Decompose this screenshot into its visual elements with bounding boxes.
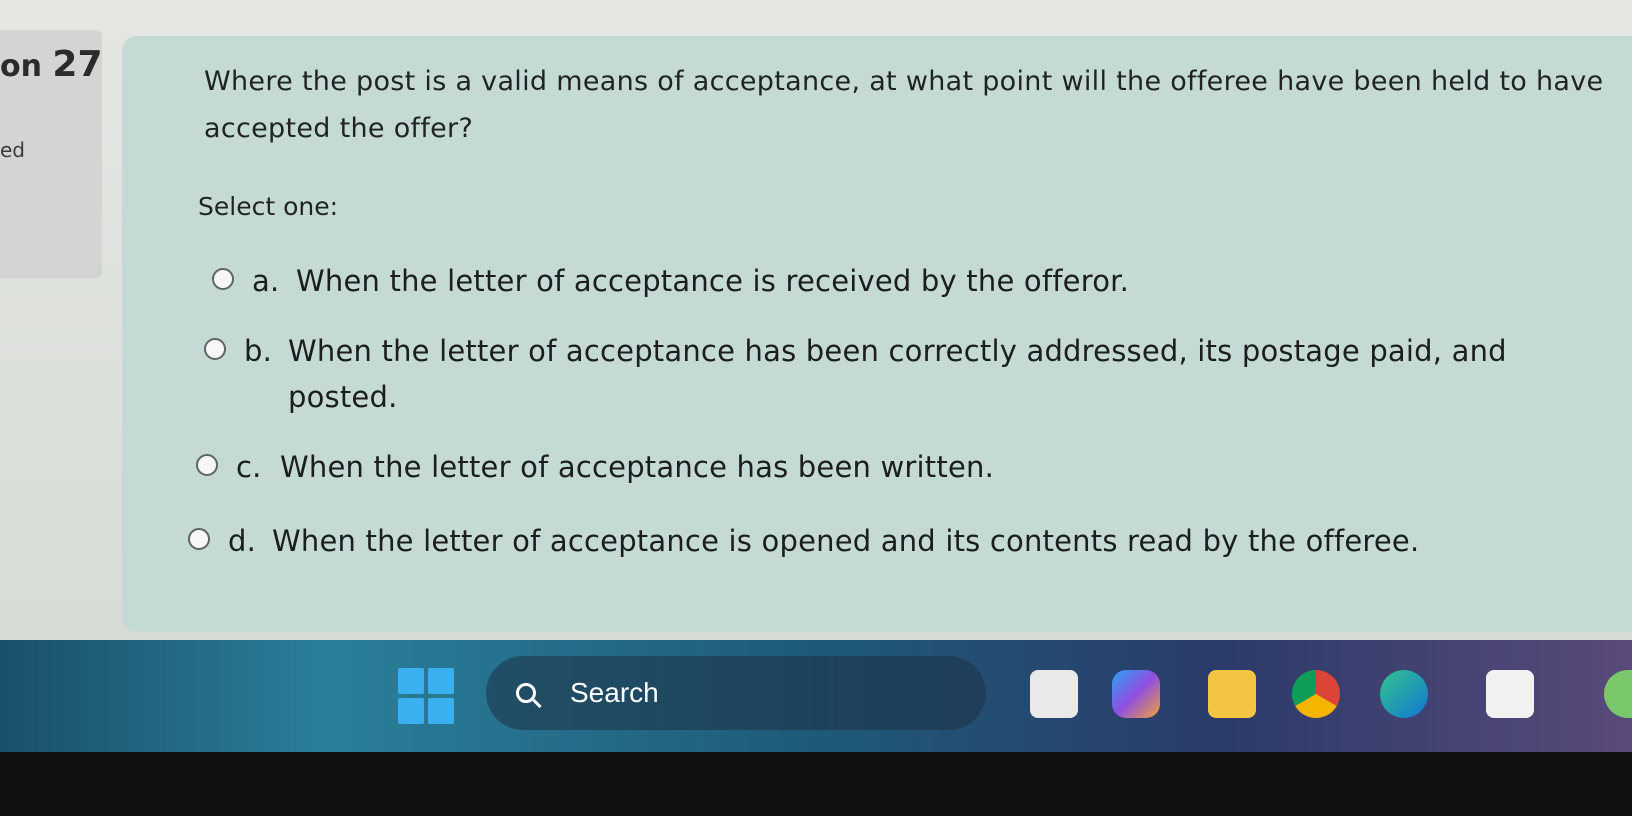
- option-c[interactable]: c. When the letter of acceptance has bee…: [196, 444, 994, 490]
- quiz-page: on 27 ed Where the post is a valid means…: [0, 0, 1632, 640]
- question-number-prefix: on: [0, 49, 42, 84]
- option-a-text[interactable]: When the letter of acceptance is receive…: [296, 258, 1129, 304]
- question-status: ed: [0, 138, 25, 162]
- option-d-text[interactable]: When the letter of acceptance is opened …: [272, 518, 1419, 564]
- select-one-prompt: Select one:: [198, 192, 339, 221]
- question-text: Where the post is a valid means of accep…: [204, 66, 1604, 144]
- option-d[interactable]: d. When the letter of acceptance is open…: [188, 518, 1419, 564]
- edge-icon[interactable]: [1380, 670, 1428, 718]
- question-number: on 27: [0, 44, 103, 85]
- chrome-icon[interactable]: [1292, 670, 1340, 718]
- option-d-radio[interactable]: [188, 528, 210, 550]
- weather-icon[interactable]: [1604, 670, 1632, 718]
- task-view-icon[interactable]: [1030, 670, 1078, 718]
- option-a[interactable]: a. When the letter of acceptance is rece…: [212, 258, 1129, 304]
- option-c-letter: c.: [236, 450, 262, 484]
- option-a-letter: a.: [252, 264, 280, 298]
- option-b-radio[interactable]: [204, 338, 226, 360]
- option-d-letter: d.: [228, 524, 257, 558]
- taskbar: Search: [0, 640, 1632, 752]
- option-b[interactable]: b. When the letter of acceptance has bee…: [204, 328, 1624, 420]
- option-c-text[interactable]: When the letter of acceptance has been w…: [280, 444, 994, 490]
- question-number-value: 27: [52, 44, 103, 85]
- option-c-radio[interactable]: [196, 454, 218, 476]
- search-label: Search: [570, 677, 659, 708]
- file-explorer-icon[interactable]: [1208, 670, 1256, 718]
- store-icon[interactable]: [1486, 670, 1534, 718]
- option-a-radio[interactable]: [212, 268, 234, 290]
- windows-start-icon[interactable]: [398, 668, 454, 724]
- option-b-text[interactable]: When the letter of acceptance has been c…: [288, 328, 1624, 420]
- search-icon: [516, 683, 536, 703]
- copilot-icon[interactable]: [1112, 670, 1160, 718]
- monitor-bezel: [0, 752, 1632, 816]
- option-b-letter: b.: [244, 334, 273, 368]
- taskbar-search-box[interactable]: Search: [486, 656, 986, 730]
